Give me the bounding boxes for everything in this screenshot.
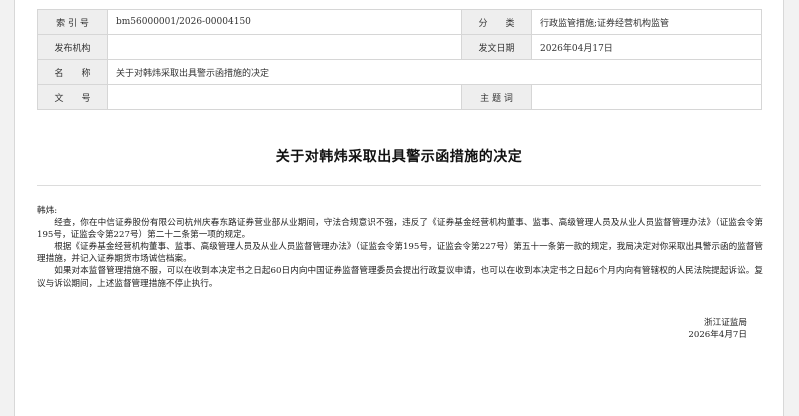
metadata-row-issuer: 发布机构 发文日期 2026年04月17日 xyxy=(37,34,762,60)
document-sheet: 索 引 号 bm56000001/2026-00004150 分 类 行政监管措… xyxy=(14,0,784,416)
subject-value xyxy=(531,84,762,110)
signer: 浙江证监局 xyxy=(704,318,747,328)
title-divider xyxy=(37,185,761,186)
subject-label: 主 题 词 xyxy=(461,84,532,110)
metadata-table: 索 引 号 bm56000001/2026-00004150 分 类 行政监管措… xyxy=(37,9,762,110)
name-value: 关于对韩炜采取出具警示函措施的决定 xyxy=(107,59,762,85)
index-label: 索 引 号 xyxy=(37,9,108,35)
issuer-value xyxy=(107,34,462,60)
index-value: bm56000001/2026-00004150 xyxy=(107,9,462,35)
metadata-row-docno: 文 号 主 题 词 xyxy=(37,84,762,110)
category-value: 行政监管措施;证券经营机构监管 xyxy=(531,9,762,35)
sign-date: 2026年4月7日 xyxy=(688,330,747,340)
paragraph-decision: 根据《证券基金经营机构董事、监事、高级管理人员及从业人员监督管理办法》（证监会令… xyxy=(37,242,763,265)
docno-value xyxy=(107,84,462,110)
docno-label: 文 号 xyxy=(37,84,108,110)
paragraph-findings: 经查，你在中信证券股份有限公司杭州庆春东路证券营业部从业期间，守法合规意识不强，… xyxy=(37,218,763,241)
date-value: 2026年04月17日 xyxy=(531,34,762,60)
paragraph-appeal: 如果对本监督管理措施不服，可以在收到本决定书之日起60日内向中国证券监督管理委员… xyxy=(37,266,763,289)
category-label: 分 类 xyxy=(461,9,532,35)
signature-block: 浙江证监局 2026年4月7日 xyxy=(688,317,747,341)
metadata-row-index: 索 引 号 bm56000001/2026-00004150 分 类 行政监管措… xyxy=(37,9,762,35)
name-label: 名 称 xyxy=(37,59,108,85)
metadata-row-name: 名 称 关于对韩炜采取出具警示函措施的决定 xyxy=(37,59,762,85)
addressee: 韩炜: xyxy=(37,206,58,216)
document-body: 韩炜: 经查，你在中信证券股份有限公司杭州庆春东路证券营业部从业期间，守法合规意… xyxy=(37,205,763,290)
issuer-label: 发布机构 xyxy=(37,34,108,60)
document-title: 关于对韩炜采取出具警示函措施的决定 xyxy=(275,149,523,165)
date-label: 发文日期 xyxy=(461,34,532,60)
